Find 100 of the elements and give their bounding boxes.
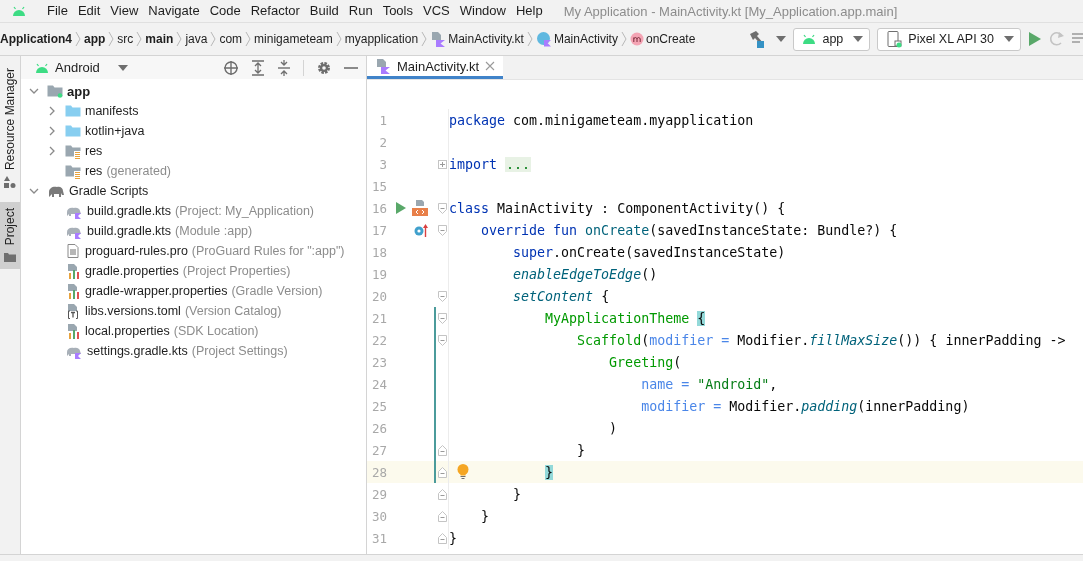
tree-item-label[interactable]: build.gradle.kts (87, 204, 172, 218)
line-number: 15 (370, 178, 388, 194)
menu-item[interactable]: Edit (72, 2, 106, 20)
breadcrumb-item[interactable]: com (219, 32, 243, 46)
caret-icon (853, 36, 864, 42)
line-number: 3 (378, 156, 388, 172)
menu-item[interactable]: File (42, 2, 73, 20)
tree-item-label[interactable]: res (85, 164, 103, 178)
tree-item-label[interactable]: kotlin+java (85, 124, 145, 138)
toml-file-icon (65, 303, 81, 319)
menu-item[interactable]: VCS (418, 2, 455, 20)
chevron-right-icon[interactable] (47, 106, 57, 116)
fold-marker-icon[interactable] (437, 334, 447, 346)
line-number: 1 (378, 112, 388, 128)
tree-item-label[interactable]: Gradle Scripts (69, 184, 149, 198)
fold-marker-icon[interactable] (437, 444, 447, 456)
properties-file-icon (65, 283, 81, 299)
line-number: 26 (370, 420, 388, 436)
breadcrumb-item[interactable]: main (145, 32, 174, 46)
code-line: } (576, 442, 586, 458)
line-number: 30 (370, 508, 388, 524)
code-line: name = "Android", (640, 376, 778, 392)
tree-item-hint: (Project Settings) (191, 344, 288, 358)
properties-file-icon (65, 323, 81, 339)
menu-item[interactable]: View (105, 2, 144, 20)
tool-window-tab[interactable]: Project (0, 202, 20, 270)
fold-marker-icon[interactable] (437, 488, 447, 500)
code-line: super.onCreate(savedInstanceState) (512, 244, 786, 260)
tree-item-label[interactable]: res (85, 144, 103, 158)
menu-item[interactable]: Tools (377, 2, 418, 20)
fold-marker-icon[interactable] (437, 202, 447, 214)
breadcrumb-item[interactable]: onCreate (645, 32, 696, 46)
android-logo-icon (12, 5, 26, 17)
fold-marker-icon[interactable] (437, 532, 447, 544)
breadcrumb-item[interactable]: MainActivity (553, 32, 618, 46)
breadcrumb-item[interactable]: minigameteam (254, 32, 333, 46)
menu-item[interactable]: Run (343, 2, 378, 20)
fold-marker-icon[interactable] (437, 466, 447, 478)
folder-icon (4, 251, 16, 264)
android-icon (35, 61, 49, 74)
menu-item[interactable]: Window (454, 2, 511, 20)
minimize-icon[interactable] (344, 65, 358, 70)
run-configuration-dropdown[interactable]: app (793, 27, 871, 51)
chevron-down-icon[interactable] (29, 86, 39, 96)
line-number: 29 (370, 486, 388, 502)
breadcrumb-item[interactable]: MainActivity.kt (448, 32, 524, 46)
fold-marker-icon[interactable] (437, 290, 447, 302)
breadcrumb-item[interactable]: app (84, 32, 106, 46)
fold-marker-icon[interactable] (437, 224, 447, 236)
chevron-down-icon[interactable] (29, 186, 39, 196)
code-line: } (512, 486, 522, 502)
tree-item-label[interactable]: gradle.properties (85, 264, 179, 278)
tree-item-label[interactable]: gradle-wrapper.properties (85, 284, 228, 298)
tree-item-label[interactable]: proguard-rules.pro (85, 244, 188, 258)
tree-item-label[interactable]: libs.versions.toml (85, 304, 181, 318)
tree-item-hint: (generated) (106, 164, 171, 178)
run-icon[interactable] (1028, 31, 1042, 47)
resource-folder-icon (65, 163, 81, 179)
tree-item-label[interactable]: app (67, 83, 91, 99)
tree-item-label[interactable]: local.properties (85, 324, 170, 338)
tree-item-label[interactable]: manifests (85, 104, 139, 118)
code-line: override fun onCreate(savedInstanceState: Bundle?) { (480, 222, 898, 238)
compose-preview-icon[interactable] (412, 200, 428, 216)
expand-all-icon[interactable] (251, 59, 265, 76)
caret-icon[interactable] (776, 36, 787, 42)
menu-item[interactable]: Help (510, 2, 548, 20)
run-icon[interactable] (396, 202, 406, 214)
light-bulb-icon[interactable] (457, 464, 469, 479)
tree-item-label[interactable]: settings.gradle.kts (87, 344, 188, 358)
expand-fold-icon[interactable] (437, 159, 447, 169)
fold-marker-icon[interactable] (437, 510, 447, 522)
tool-window-tab[interactable]: Resource Manager (0, 62, 20, 195)
close-icon[interactable] (485, 61, 496, 71)
menu-item[interactable]: Code (204, 2, 246, 20)
breadcrumb-item[interactable]: Application4 (0, 32, 72, 46)
breadcrumb-item[interactable]: java (185, 32, 208, 46)
chevron-right-icon[interactable] (47, 146, 57, 156)
tree-item-hint: (Gradle Version) (231, 284, 323, 298)
fold-marker-icon[interactable] (437, 312, 447, 324)
code-line: setContent { (512, 288, 610, 304)
tree-item-hint: (Project: My_Application) (175, 204, 315, 218)
project-view-dropdown[interactable]: Android (35, 60, 128, 75)
chevron-icon (335, 31, 342, 47)
crosshair-icon[interactable] (223, 59, 239, 76)
editor-tab[interactable]: MainActivity.kt (367, 56, 504, 79)
breadcrumb-item[interactable]: src (117, 32, 134, 46)
caret-icon (1004, 36, 1014, 42)
tree-item-label[interactable]: build.gradle.kts (87, 224, 172, 238)
settings-icon[interactable] (316, 59, 332, 76)
device-dropdown[interactable]: Pixel XL API 30 (877, 27, 1021, 51)
list-icon[interactable] (1072, 32, 1083, 46)
menu-item[interactable]: Refactor (245, 2, 305, 20)
window-title: My Application - MainActivity.kt [My_Application.app.main] (563, 3, 898, 19)
chevron-right-icon[interactable] (47, 126, 57, 136)
collapse-all-icon[interactable] (277, 59, 291, 76)
menu-item[interactable]: Build (304, 2, 344, 20)
menu-item[interactable]: Navigate (143, 2, 205, 20)
breadcrumb-item[interactable]: myapplication (344, 32, 419, 46)
override-icon[interactable] (414, 223, 428, 237)
folder-icon (65, 103, 81, 119)
